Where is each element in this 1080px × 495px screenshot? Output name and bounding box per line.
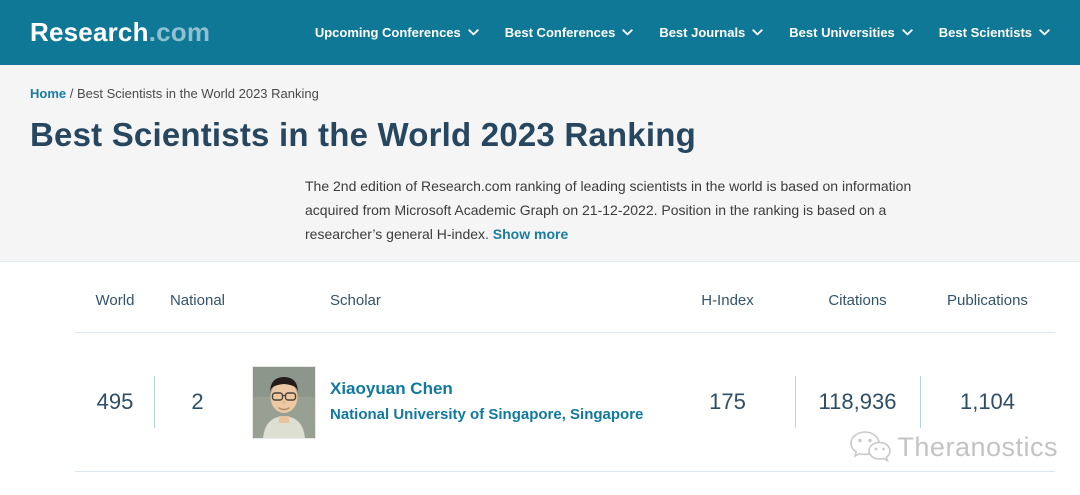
column-header-scholar: Scholar — [240, 292, 660, 332]
nav-label: Best Universities — [789, 25, 895, 40]
publications-value: 1,104 — [960, 389, 1015, 415]
nav-best-universities[interactable]: Best Universities — [789, 25, 913, 40]
breadcrumb-separator: / — [70, 86, 74, 101]
show-more-link[interactable]: Show more — [493, 226, 568, 242]
scholar-info: Xiaoyuan Chen National University of Sin… — [330, 379, 650, 426]
main-nav: Upcoming Conferences Best Conferences Be… — [315, 25, 1050, 40]
nav-label: Best Scientists — [939, 25, 1032, 40]
table-row: 495 2 — [75, 333, 1055, 472]
chevron-down-icon — [902, 29, 913, 36]
breadcrumb: Home / Best Scientists in the World 2023… — [30, 86, 1050, 101]
scholar-cell: Xiaoyuan Chen National University of Sin… — [240, 333, 660, 471]
world-rank-cell: 495 — [75, 333, 155, 471]
chevron-down-icon — [622, 29, 633, 36]
scholar-avatar[interactable] — [253, 367, 315, 438]
chevron-down-icon — [752, 29, 763, 36]
logo[interactable]: Research.com — [30, 17, 210, 48]
h-index-value: 175 — [709, 389, 746, 415]
page-title: Best Scientists in the World 2023 Rankin… — [30, 116, 1050, 154]
national-rank: 2 — [191, 389, 203, 415]
chevron-down-icon — [1039, 29, 1050, 36]
column-header-h-index: H-Index — [660, 292, 795, 332]
nav-best-conferences[interactable]: Best Conferences — [505, 25, 634, 40]
column-header-publications: Publications — [920, 292, 1055, 332]
column-header-national: National — [155, 292, 240, 332]
page: Research.com Upcoming Conferences Best C… — [0, 0, 1080, 495]
citations-cell: 118,936 — [795, 333, 920, 471]
top-navbar: Research.com Upcoming Conferences Best C… — [0, 0, 1080, 65]
nav-label: Best Conferences — [505, 25, 616, 40]
vertical-divider — [795, 376, 796, 428]
hero-section: Home / Best Scientists in the World 2023… — [0, 65, 1080, 262]
table-header-row: World National Scholar H-Index Citations… — [75, 262, 1055, 333]
nav-label: Upcoming Conferences — [315, 25, 461, 40]
citations-value: 118,936 — [819, 389, 897, 415]
ranking-table: World National Scholar H-Index Citations… — [0, 262, 1080, 472]
scholar-photo — [253, 367, 315, 438]
nav-best-scientists[interactable]: Best Scientists — [939, 25, 1050, 40]
world-rank: 495 — [97, 389, 134, 415]
national-rank-cell: 2 — [155, 333, 240, 471]
description-text: The 2nd edition of Research.com ranking … — [305, 178, 911, 242]
nav-upcoming-conferences[interactable]: Upcoming Conferences — [315, 25, 479, 40]
breadcrumb-home-link[interactable]: Home — [30, 86, 66, 101]
scholar-affiliation: National University of Singapore, Singap… — [330, 404, 650, 426]
column-header-world: World — [75, 292, 155, 332]
scholar-name-link[interactable]: Xiaoyuan Chen — [330, 379, 453, 399]
column-header-citations: Citations — [795, 292, 920, 332]
nav-best-journals[interactable]: Best Journals — [659, 25, 763, 40]
breadcrumb-current: Best Scientists in the World 2023 Rankin… — [77, 86, 319, 101]
logo-suffix: .com — [149, 17, 210, 47]
nav-label: Best Journals — [659, 25, 745, 40]
publications-cell: 1,104 — [920, 333, 1055, 471]
chevron-down-icon — [468, 29, 479, 36]
logo-primary: Research — [30, 17, 149, 47]
page-description: The 2nd edition of Research.com ranking … — [305, 174, 945, 246]
vertical-divider — [920, 376, 921, 428]
h-index-cell: 175 — [660, 333, 795, 471]
